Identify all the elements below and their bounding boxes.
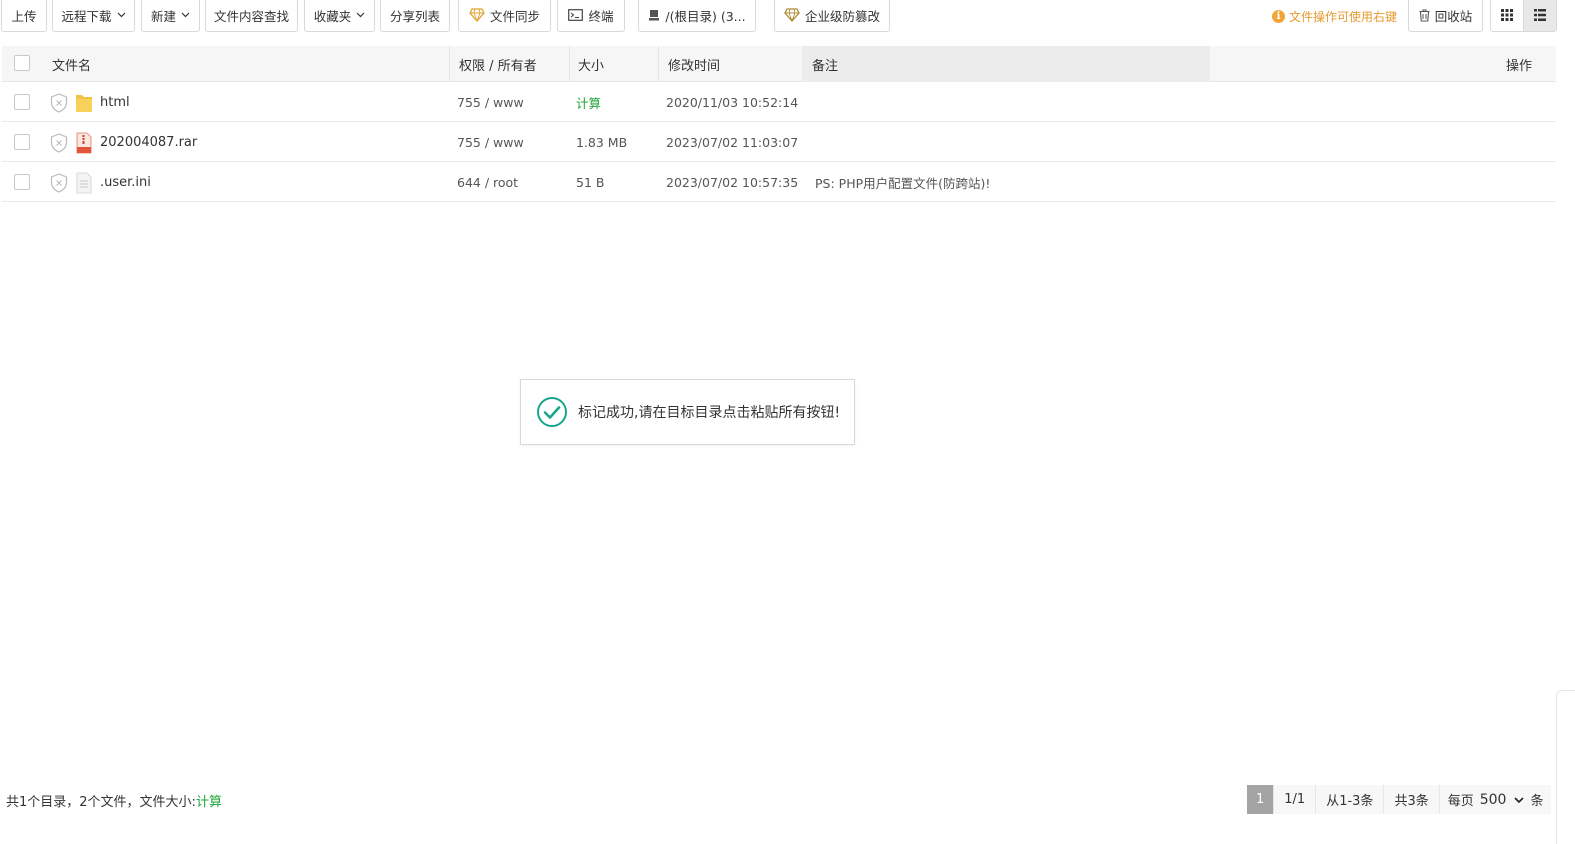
row-checkbox[interactable] [14, 174, 30, 190]
file-mtime: 2020/11/03 10:52:14 [666, 94, 799, 110]
per-page-label: 每页 [1447, 794, 1474, 809]
page-total: 共3条 [1384, 785, 1440, 814]
favorites-label: 收藏夹 [313, 8, 352, 24]
file-size-calc[interactable]: 计算 [576, 82, 601, 122]
recycle-bin-label: 回收站 [1434, 8, 1473, 24]
grid-icon [1501, 9, 1513, 21]
content-search-button[interactable]: 文件内容查找 [205, 0, 298, 32]
page-range: 从1-3条 [1316, 785, 1385, 814]
table-header: 文件名 权限 / 所有者 大小 修改时间 备注 操作 [2, 46, 1556, 82]
file-note[interactable]: PS: PHP用户配置文件(防跨站)! [815, 162, 990, 202]
shield-icon[interactable] [50, 133, 68, 153]
file-name[interactable]: html [100, 82, 130, 122]
column-divider [449, 46, 450, 82]
tip-text: 文件操作可使用右键 [1289, 10, 1398, 24]
remote-download-label: 远程下载 [61, 8, 112, 24]
pagination: 1 1/1 从1-3条 共3条 每页 500 条 [1247, 785, 1552, 814]
chevron-down-icon [356, 12, 365, 18]
chevron-down-icon [181, 12, 190, 18]
share-list-label: 分享列表 [389, 8, 440, 24]
summary-text: 共1个目录，2个文件，文件大小: [6, 795, 196, 810]
file-sync-label: 文件同步 [489, 8, 540, 24]
grid-view-button[interactable] [1491, 0, 1523, 31]
per-page-control: 每页 500 条 [1439, 785, 1552, 814]
header-size[interactable]: 大小 [578, 46, 604, 82]
success-toast: 标记成功,请在目标目录点击粘贴所有按钮! [520, 379, 855, 445]
page-current[interactable]: 1 [1247, 785, 1275, 814]
folder-icon [76, 95, 92, 112]
list-view-button[interactable] [1523, 0, 1556, 31]
path-button[interactable]: /(根目录) (3... [638, 0, 756, 32]
list-icon [1534, 9, 1546, 21]
remote-download-button[interactable]: 远程下载 [52, 0, 135, 32]
file-sync-button[interactable]: 文件同步 [458, 0, 551, 32]
file-perm[interactable]: 755 / www [457, 82, 524, 122]
file-name[interactable]: .user.ini [100, 162, 151, 202]
diamond-icon [784, 8, 800, 22]
toolbar: 上传 远程下载 新建 文件内容查找 收藏夹 分享列表 文件同步 终端 /(根目录… [0, 0, 1575, 34]
share-list-button[interactable]: 分享列表 [380, 0, 450, 32]
header-actions: 操作 [1506, 58, 1533, 74]
favorites-button[interactable]: 收藏夹 [304, 0, 375, 32]
terminal-icon [568, 9, 584, 21]
table-row[interactable]: .user.ini 644 / root 51 B 2023/07/02 10:… [2, 162, 1556, 202]
toast-message: 标记成功,请在目标目录点击粘贴所有按钮! [578, 405, 841, 421]
per-page-value: 500 [1479, 791, 1507, 808]
file-perm[interactable]: 755 / www [457, 122, 524, 162]
context-menu-tip: i 文件操作可使用右键 [1272, 8, 1397, 25]
row-checkbox[interactable] [14, 94, 30, 110]
path-label: /(根目录) (3... [665, 8, 746, 24]
recycle-bin-button[interactable]: 回收站 [1408, 0, 1483, 32]
file-mtime: 2023/07/02 10:57:35 [666, 174, 799, 190]
upload-button[interactable]: 上传 [1, 0, 47, 32]
file-mtime: 2023/07/02 11:03:07 [666, 134, 799, 150]
chevron-down-icon [117, 12, 125, 18]
info-icon: i [1272, 10, 1285, 23]
table-row[interactable]: 202004087.rar 755 / www 1.83 MB 2023/07/… [2, 122, 1556, 162]
header-note: 备注 [812, 58, 839, 74]
terminal-button[interactable]: 终端 [557, 0, 625, 32]
disk-icon [649, 10, 660, 21]
rar-file-icon [76, 132, 92, 154]
diamond-icon [469, 8, 485, 22]
per-page-select[interactable]: 500 [1480, 792, 1525, 808]
table-row[interactable]: html 755 / www 计算 2020/11/03 10:52:14 [2, 82, 1556, 122]
trash-icon [1419, 8, 1430, 22]
file-size: 1.83 MB [576, 134, 628, 150]
row-checkbox[interactable] [14, 134, 30, 150]
chevron-down-icon [1514, 796, 1525, 803]
calc-size-link[interactable]: 计算 [196, 791, 222, 810]
new-button[interactable]: 新建 [141, 0, 200, 32]
footer-summary: 共1个目录，2个文件，文件大小: 计算 [6, 791, 222, 810]
page-count: 1/1 [1274, 785, 1317, 814]
file-name[interactable]: 202004087.rar [100, 122, 197, 162]
side-panel-edge [1556, 690, 1575, 844]
content-search-label: 文件内容查找 [214, 8, 290, 24]
upload-button-label: 上传 [11, 8, 37, 24]
file-perm[interactable]: 644 / root [457, 162, 518, 202]
per-page-unit: 条 [1530, 794, 1544, 809]
column-divider [569, 46, 570, 82]
header-name[interactable]: 文件名 [52, 46, 91, 82]
view-toggle [1490, 0, 1557, 32]
tamper-proof-button[interactable]: 企业级防篡改 [774, 0, 890, 32]
header-perm-owner[interactable]: 权限 / 所有者 [459, 46, 537, 82]
new-button-label: 新建 [150, 8, 176, 24]
tamper-proof-label: 企业级防篡改 [804, 8, 880, 24]
text-file-icon [76, 172, 92, 194]
note-header-bg [802, 46, 1210, 82]
column-divider [658, 46, 659, 82]
shield-icon[interactable] [50, 93, 68, 113]
file-size: 51 B [576, 174, 605, 190]
terminal-label: 终端 [588, 8, 614, 24]
shield-icon[interactable] [50, 173, 68, 193]
select-all-checkbox[interactable] [14, 55, 30, 71]
check-circle-icon [537, 397, 567, 427]
header-mtime[interactable]: 修改时间 [668, 46, 720, 82]
